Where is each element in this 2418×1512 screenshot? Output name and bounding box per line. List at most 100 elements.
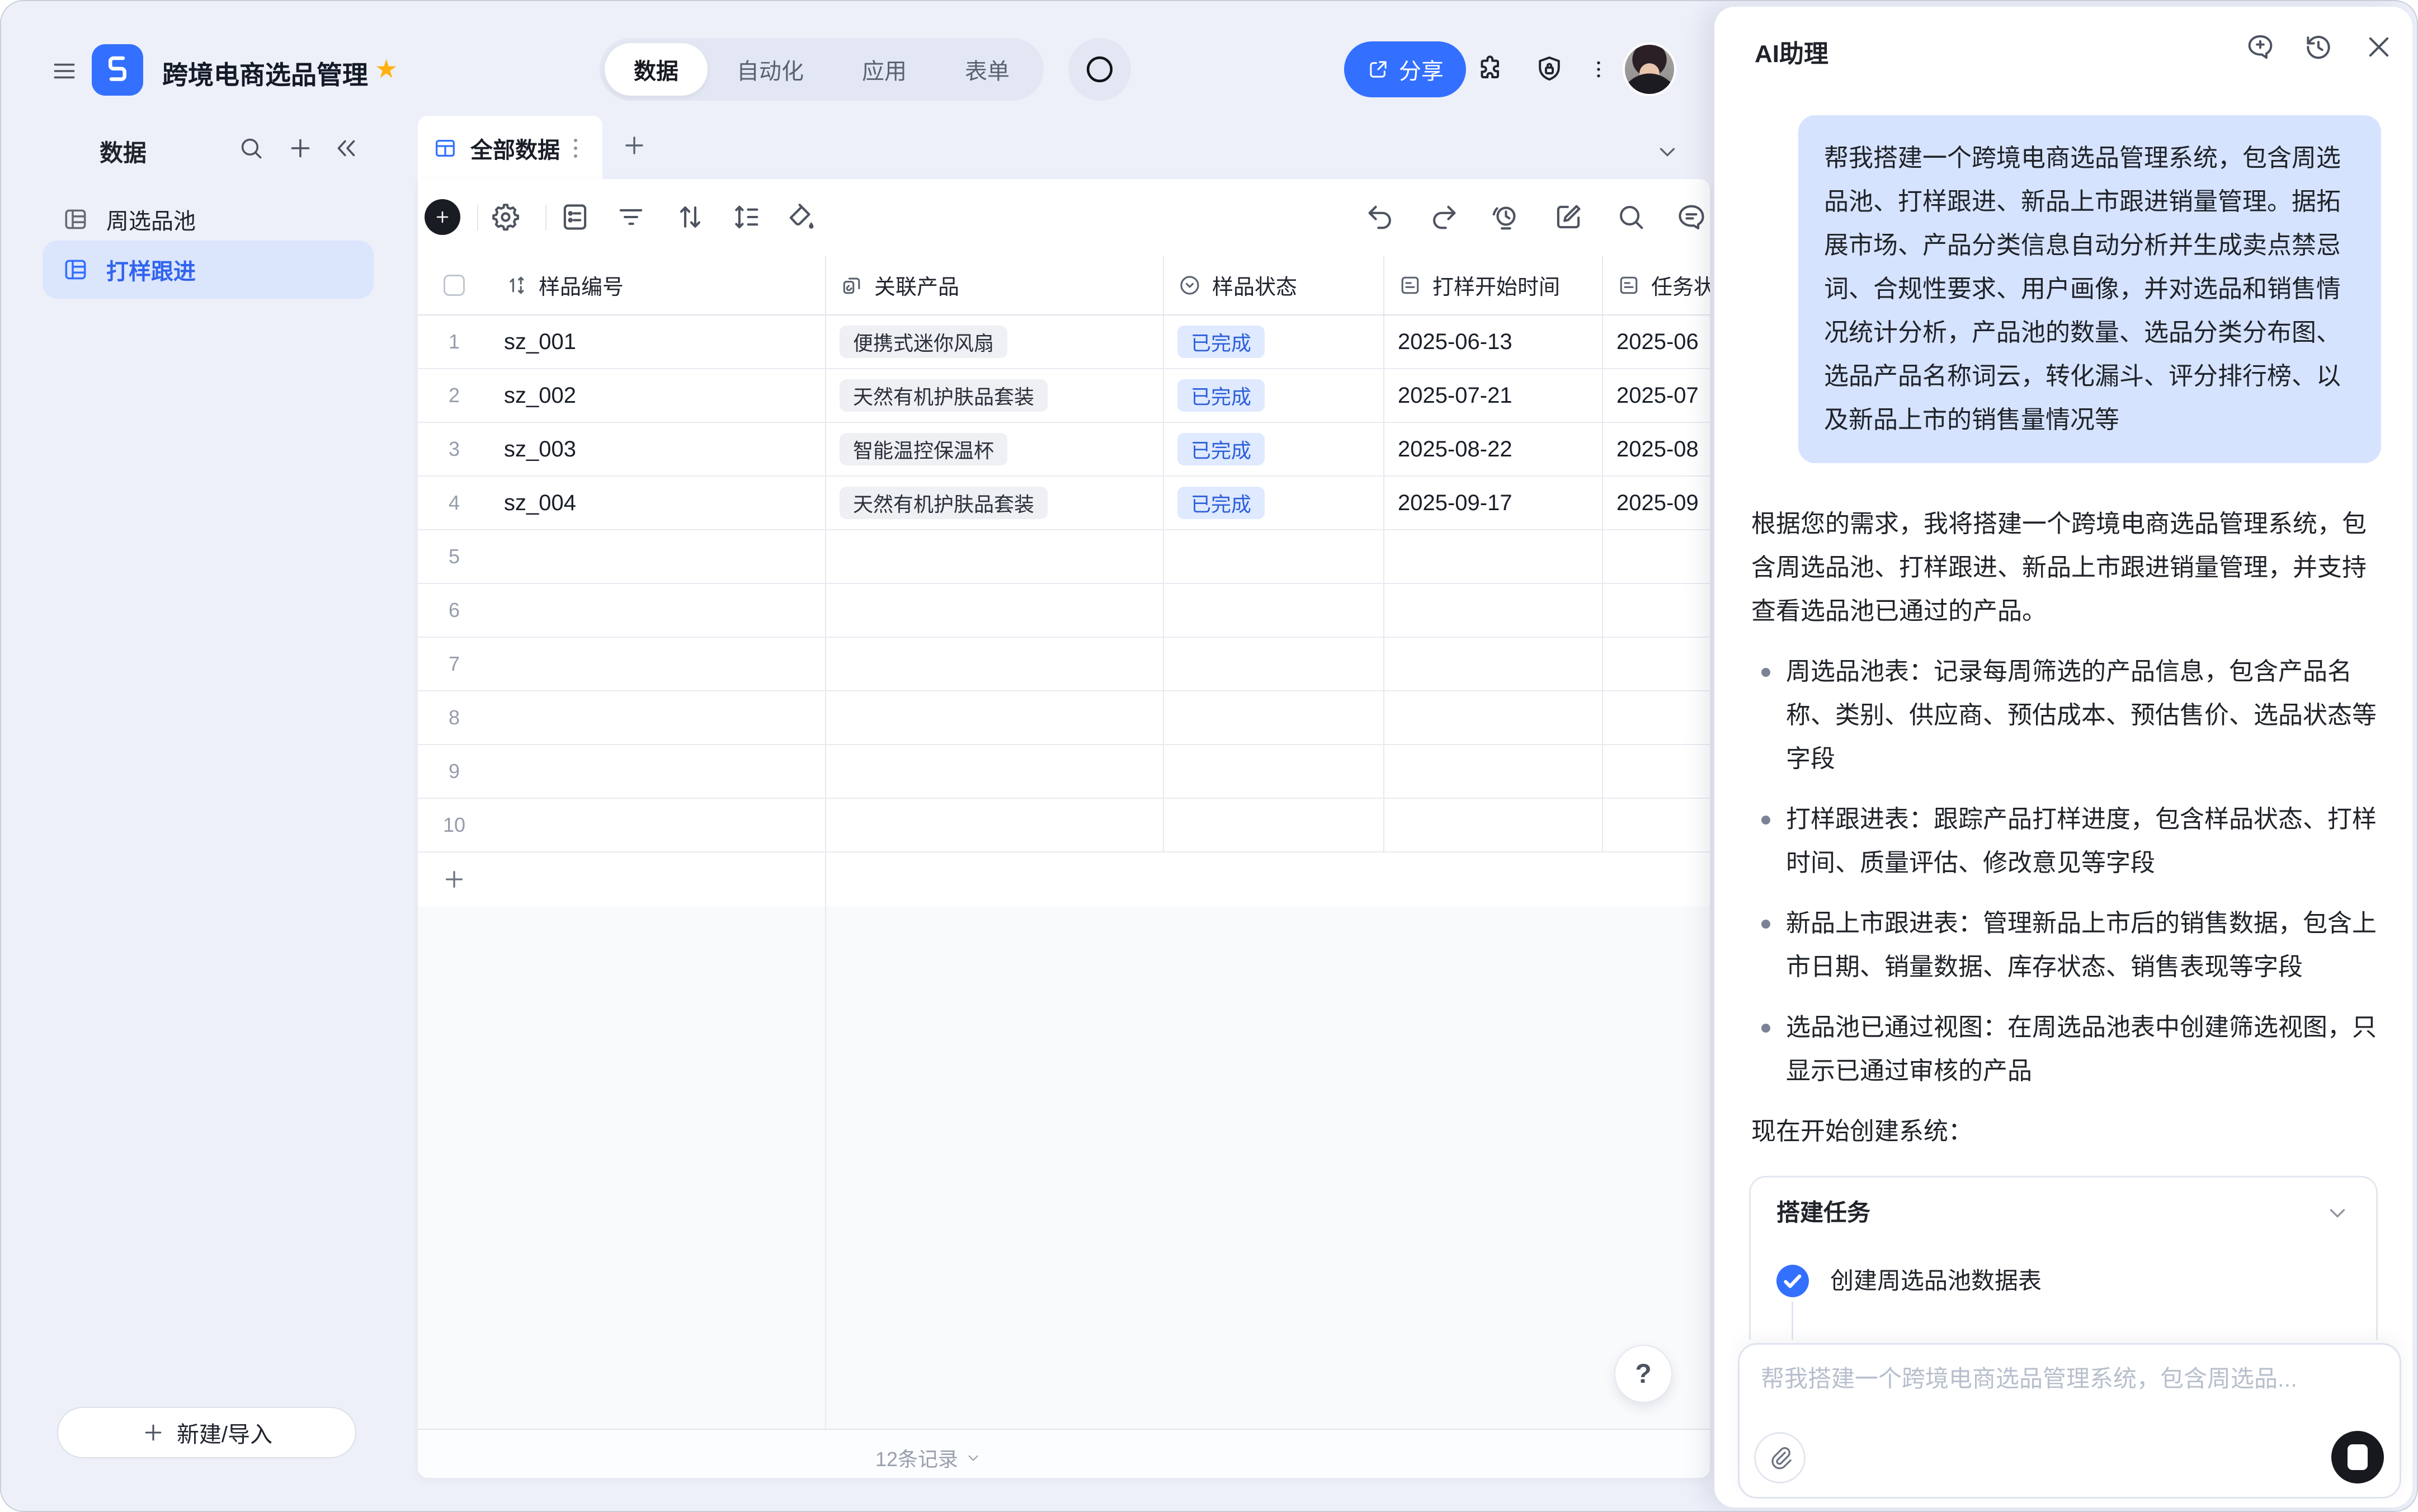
tab-forms[interactable]: 表单 — [936, 43, 1039, 96]
table-row-empty[interactable]: 6 — [418, 584, 1710, 638]
cell-sample-id[interactable]: sz_001 — [491, 315, 826, 368]
product-tag[interactable]: 天然有机护肤品套装 — [840, 379, 1048, 412]
add-row-icon[interactable] — [441, 866, 467, 892]
share-icon — [1366, 58, 1390, 81]
sort-icon[interactable] — [674, 201, 706, 233]
column-header-status[interactable]: 样品状态 — [1164, 256, 1384, 314]
tab-apps[interactable]: 应用 — [833, 43, 936, 96]
paint-format-icon[interactable] — [785, 201, 817, 233]
add-record-button[interactable] — [425, 199, 460, 235]
task-connector-line — [1792, 1302, 1793, 1340]
add-table-icon[interactable] — [286, 134, 314, 162]
cell-start-date[interactable]: 2025-08-22 — [1384, 423, 1603, 475]
product-tag[interactable]: 天然有机护肤品套装 — [840, 487, 1048, 519]
menu-icon[interactable] — [50, 57, 78, 83]
reminder-icon[interactable] — [1489, 201, 1521, 233]
favorite-star-icon[interactable]: ★ — [375, 54, 398, 84]
table-row[interactable]: 2 sz_002 天然有机护肤品套装 已完成 2025-07-21 2025-0… — [418, 369, 1710, 423]
field-settings-icon[interactable] — [489, 201, 522, 233]
history-icon[interactable] — [2303, 31, 2334, 63]
row-number: 6 — [418, 584, 491, 637]
cell-sample-id[interactable]: sz_002 — [491, 369, 826, 422]
task-label: 创建周选品池数据表 — [1830, 1269, 2042, 1293]
view-options-icon[interactable] — [572, 136, 579, 161]
share-button[interactable]: 分享 — [1344, 41, 1466, 97]
close-icon[interactable] — [2363, 31, 2395, 63]
new-import-button[interactable]: 新建/导入 — [57, 1407, 356, 1458]
undo-icon[interactable] — [1364, 201, 1397, 233]
tab-data[interactable]: 数据 — [605, 43, 708, 96]
more-options-icon[interactable] — [1587, 54, 1610, 85]
ai-message-input[interactable] — [1761, 1359, 2378, 1398]
view-tab-all-data[interactable]: 全部数据 — [418, 116, 602, 180]
product-tag[interactable]: 便携式迷你风扇 — [840, 326, 1007, 358]
table-row[interactable]: 4 sz_004 天然有机护肤品套装 已完成 2025-09-17 2025-0… — [418, 477, 1710, 530]
bullet-icon — [1761, 816, 1770, 825]
assistant-message: 根据您的需求，我将搭建一个跨境电商选品管理系统，包含周选品池、打样跟进、新品上市… — [1751, 502, 2378, 633]
filter-icon[interactable] — [615, 201, 647, 233]
product-tag[interactable]: 智能温控保温杯 — [840, 433, 1007, 465]
table-row[interactable]: 3 sz_003 智能温控保温杯 已完成 2025-08-22 2025-08 — [418, 423, 1710, 477]
record-count[interactable]: 12条记录 — [875, 1443, 982, 1472]
build-tasks-title: 搭建任务 — [1776, 1201, 1870, 1224]
table-row-empty[interactable]: 10 — [418, 799, 1710, 852]
column-header-start-date[interactable]: 打样开始时间 — [1384, 256, 1603, 314]
sidebar-item-weekly-pool[interactable]: 周选品池 — [43, 190, 374, 248]
cell-start-date[interactable]: 2025-09-17 — [1384, 477, 1603, 529]
table-row-empty[interactable]: 5 — [418, 530, 1710, 584]
cell-start-date[interactable]: 2025-07-21 — [1384, 369, 1603, 422]
status-badge[interactable]: 已完成 — [1177, 487, 1265, 519]
cell-task-date[interactable]: 2025-08 — [1603, 423, 1710, 475]
table-row-empty[interactable]: 9 — [418, 745, 1710, 799]
select-all-checkbox[interactable] — [444, 275, 465, 296]
cell-sample-id[interactable]: sz_004 — [491, 477, 826, 529]
table-row-empty[interactable]: 8 — [418, 691, 1710, 745]
cell-start-date[interactable]: 2025-06-13 — [1384, 315, 1603, 368]
row-number: 5 — [418, 530, 491, 583]
cell-task-date[interactable]: 2025-09 — [1603, 477, 1710, 529]
single-select-field-icon — [1177, 273, 1202, 298]
hide-fields-icon[interactable] — [559, 201, 591, 233]
column-header-product[interactable]: 关联产品 — [826, 256, 1164, 314]
sidebar-item-sampling[interactable]: 打样跟进 — [43, 241, 374, 299]
column-header-sample-id[interactable]: 样品编号 — [491, 256, 826, 314]
row-number: 4 — [418, 477, 491, 529]
view-list-chevron-icon[interactable] — [1655, 139, 1680, 164]
status-badge[interactable]: 已完成 — [1177, 379, 1265, 412]
edit-record-icon[interactable] — [1552, 201, 1585, 233]
table-icon — [62, 205, 89, 233]
status-badge[interactable]: 已完成 — [1177, 326, 1265, 358]
comment-icon[interactable] — [1675, 201, 1708, 233]
column-header-task[interactable]: 任务状态 — [1603, 256, 1710, 314]
cell-task-date[interactable]: 2025-06 — [1603, 315, 1710, 368]
cell-task-date[interactable]: 2025-07 — [1603, 369, 1710, 422]
new-import-label: 新建/导入 — [177, 1416, 272, 1449]
sidebar-item-label: 周选品池 — [106, 203, 196, 235]
add-view-icon[interactable] — [621, 132, 648, 159]
row-number: 1 — [418, 315, 491, 368]
table-row[interactable]: 1 sz_001 便携式迷你风扇 已完成 2025-06-13 2025-06 — [418, 315, 1710, 369]
row-number: 9 — [418, 745, 491, 798]
status-badge[interactable]: 已完成 — [1177, 433, 1265, 465]
table-row-empty[interactable]: 7 — [418, 638, 1710, 691]
cell-sample-id[interactable]: sz_003 — [491, 423, 826, 475]
search-icon[interactable] — [237, 134, 265, 162]
search-records-icon[interactable] — [1615, 201, 1647, 233]
paperclip-icon — [1767, 1445, 1793, 1471]
help-button[interactable]: ? — [1614, 1345, 1672, 1403]
theme-toggle-icon[interactable] — [1068, 38, 1131, 101]
avatar[interactable] — [1623, 43, 1676, 96]
table-icon — [62, 256, 89, 284]
stop-generating-button[interactable] — [2331, 1431, 2384, 1483]
add-row[interactable] — [418, 852, 1710, 906]
row-height-icon[interactable] — [730, 201, 762, 233]
security-shield-icon[interactable] — [1534, 54, 1565, 85]
plugins-icon[interactable] — [1474, 54, 1506, 85]
redo-icon[interactable] — [1427, 201, 1460, 233]
tab-automation[interactable]: 自动化 — [708, 43, 833, 96]
attachment-button[interactable] — [1754, 1432, 1806, 1483]
new-chat-icon[interactable] — [2245, 31, 2276, 63]
task-item-done: 创建周选品池数据表 — [1776, 1265, 2350, 1297]
collapse-sidebar-icon[interactable] — [332, 134, 360, 162]
collapse-chevron-icon[interactable] — [2325, 1200, 2350, 1226]
